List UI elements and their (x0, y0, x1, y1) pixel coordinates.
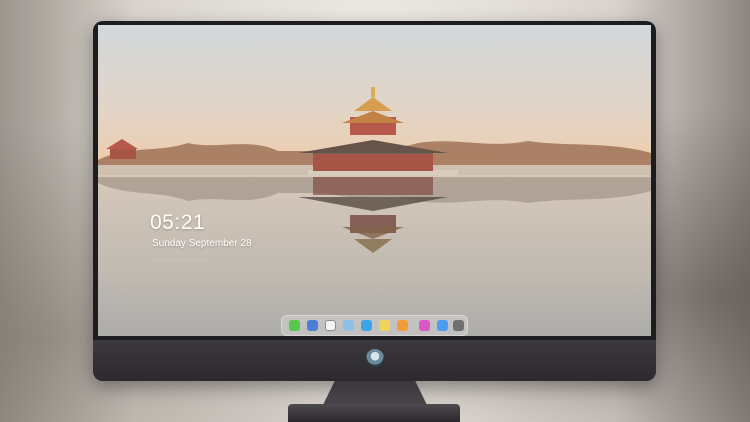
appstore-icon[interactable] (437, 320, 448, 331)
notes-icon[interactable] (379, 320, 390, 331)
wallpaper-forbidden-city (98, 25, 651, 336)
lock-screen-time: 05:21 (150, 211, 206, 234)
itunes-icon[interactable] (419, 320, 430, 331)
files-icon[interactable] (343, 320, 354, 331)
dock (281, 315, 468, 336)
monitor-stand-base (288, 404, 460, 422)
lock-screen-date: Sunday September 28 (152, 238, 252, 249)
photos-icon[interactable] (397, 320, 408, 331)
messages-icon[interactable] (289, 320, 300, 331)
brand-logo-icon (365, 349, 384, 367)
lock-screen[interactable]: 05:21 Sunday September 28 ··············… (98, 25, 651, 336)
finder-icon[interactable] (307, 320, 318, 331)
safari-icon[interactable] (325, 320, 336, 331)
video-icon[interactable] (361, 320, 372, 331)
monitor-chin (93, 340, 656, 381)
lock-screen-status-text: ········································… (152, 257, 208, 262)
camera-icon[interactable] (453, 320, 464, 331)
